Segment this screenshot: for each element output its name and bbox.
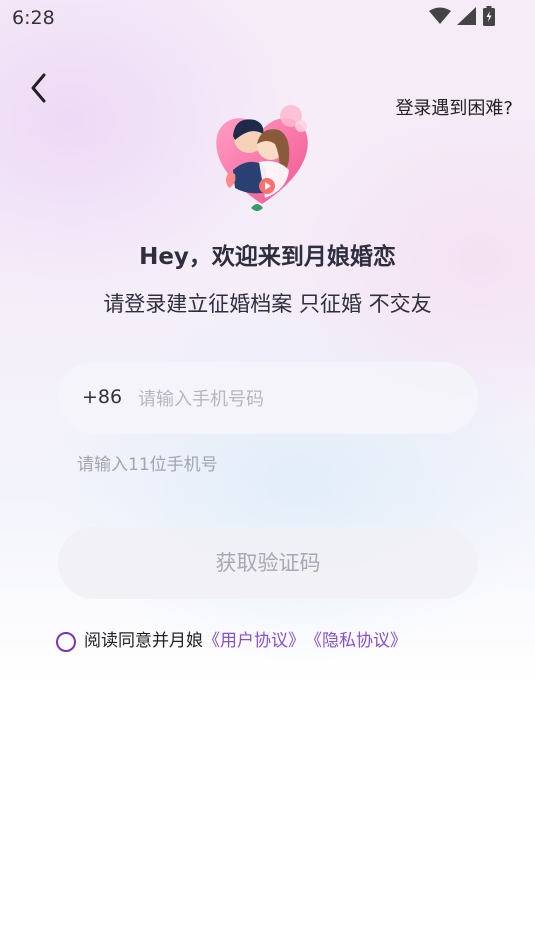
couple-heart-illustration: [205, 100, 320, 218]
back-button[interactable]: [26, 70, 56, 106]
wifi-icon: [429, 7, 451, 29]
country-code[interactable]: +86: [82, 386, 122, 408]
status-bar: 6:28: [0, 0, 535, 36]
signal-icon: [457, 7, 477, 29]
status-icons: [429, 6, 495, 30]
back-arrow-icon: [26, 73, 56, 110]
login-help-link[interactable]: 登录遇到困难?: [395, 94, 513, 120]
welcome-title: Hey，欢迎来到月娘婚恋: [139, 244, 396, 270]
agreement-prefix: 阅读同意并月娘: [84, 630, 203, 651]
agreement-row: 阅读同意并月娘 《用户协议》 《隐私协议》: [56, 625, 407, 652]
battery-icon: [483, 6, 495, 30]
phone-hint: 请输入11位手机号: [77, 455, 218, 475]
get-code-button[interactable]: 获取验证码: [58, 527, 478, 599]
agreement-checkbox[interactable]: [56, 632, 76, 652]
user-agreement-link[interactable]: 《用户协议》: [203, 626, 305, 651]
privacy-agreement-link[interactable]: 《隐私协议》: [305, 626, 407, 651]
status-time: 6:28: [12, 7, 55, 29]
phone-input[interactable]: [136, 378, 460, 420]
phone-input-row: +86: [58, 362, 478, 434]
welcome-subtitle: 请登录建立征婚档案 只征婚 不交友: [103, 292, 432, 316]
